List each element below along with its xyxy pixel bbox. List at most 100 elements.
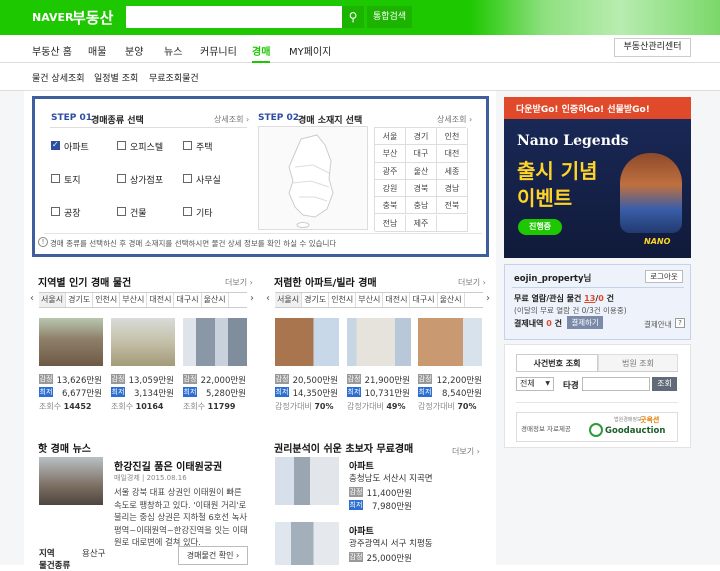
tab-region[interactable]: 서울시 bbox=[275, 293, 303, 307]
rate-label: 감정가대비 bbox=[418, 402, 455, 411]
news-photo[interactable] bbox=[39, 457, 103, 505]
naver-logo[interactable]: NAVER bbox=[32, 11, 73, 24]
auction-confirm-button[interactable]: 경매물건 확인 › bbox=[178, 546, 248, 565]
tab-region[interactable]: 서울시 bbox=[39, 293, 67, 307]
case-type-select[interactable]: 전체 ▼ bbox=[516, 377, 554, 391]
search-input[interactable] bbox=[126, 6, 342, 28]
checkbox-building[interactable] bbox=[117, 207, 126, 216]
tab-region[interactable]: 대전시 bbox=[147, 293, 175, 307]
tab-region[interactable]: 부산시 bbox=[356, 293, 384, 307]
tab-region[interactable]: 경기도 bbox=[302, 293, 330, 307]
case-number-input[interactable] bbox=[582, 377, 650, 391]
region-chungnam[interactable]: 충남 bbox=[406, 197, 437, 215]
appraised-tag: 감정 bbox=[418, 374, 432, 384]
tab-region[interactable]: 경기도 bbox=[66, 293, 94, 307]
property-photo[interactable] bbox=[183, 318, 247, 366]
checkbox-etc[interactable] bbox=[183, 207, 192, 216]
logout-button[interactable]: 로그아웃 bbox=[645, 270, 683, 283]
lowest-tag: 최저 bbox=[39, 387, 53, 397]
service-logo[interactable]: 부동산 bbox=[72, 7, 113, 28]
checkbox-office[interactable] bbox=[183, 174, 192, 183]
region-chungbuk[interactable]: 충북 bbox=[375, 197, 406, 215]
region-jeju[interactable]: 제주 bbox=[406, 214, 437, 232]
nav-community[interactable]: 커뮤니티 bbox=[200, 43, 237, 58]
region-gwangju[interactable]: 광주 bbox=[375, 162, 406, 180]
region-seoul[interactable]: 서울 bbox=[375, 128, 406, 146]
checkbox-factory[interactable] bbox=[51, 207, 60, 216]
ad-in-progress-button[interactable]: 진행중 bbox=[518, 219, 562, 235]
property-photo[interactable] bbox=[275, 522, 339, 565]
subnav-detail-search[interactable]: 물건 상세조회 bbox=[32, 71, 85, 84]
pay-guide-link[interactable]: 결제안내 bbox=[644, 319, 672, 330]
tab-region[interactable]: 울산시 bbox=[438, 293, 465, 307]
region-sejong[interactable]: 세종 bbox=[437, 162, 468, 180]
management-center-button[interactable]: 부동산관리센터 bbox=[614, 38, 691, 57]
tab-region[interactable]: 인천시 bbox=[93, 293, 121, 307]
nav-auction[interactable]: 경매 bbox=[252, 43, 271, 63]
region-gangwon[interactable]: 강원 bbox=[375, 179, 406, 198]
cheap-more-link[interactable]: 더보기 › bbox=[458, 277, 486, 288]
checkbox-officetel[interactable] bbox=[117, 141, 126, 150]
property-type[interactable]: 아파트 bbox=[349, 524, 374, 537]
region-gyeongnam[interactable]: 경남 bbox=[437, 179, 468, 198]
region-incheon[interactable]: 인천 bbox=[437, 128, 468, 146]
chevron-left-icon[interactable]: ‹ bbox=[30, 293, 34, 304]
chevron-right-icon[interactable]: › bbox=[250, 293, 254, 304]
checkbox-house[interactable] bbox=[183, 141, 192, 150]
property-photo[interactable] bbox=[275, 318, 339, 366]
region-busan[interactable]: 부산 bbox=[375, 145, 406, 163]
nav-listings[interactable]: 매물 bbox=[88, 43, 106, 58]
subnav-free[interactable]: 무료조회물건 bbox=[149, 71, 199, 84]
beginner-more-link[interactable]: 더보기 › bbox=[452, 446, 480, 457]
tab-region[interactable]: 대전시 bbox=[383, 293, 411, 307]
search-icon[interactable]: ⚲ bbox=[342, 6, 364, 28]
help-icon[interactable]: ? bbox=[675, 318, 685, 328]
region-daejeon[interactable]: 대전 bbox=[437, 145, 468, 163]
property-photo[interactable] bbox=[418, 318, 482, 366]
nav-home[interactable]: 부동산 홈 bbox=[32, 43, 72, 58]
step1-detail-link[interactable]: 상세조회 › bbox=[214, 114, 249, 125]
header-promo-banner[interactable] bbox=[470, 0, 720, 35]
checkbox-apartment[interactable] bbox=[51, 140, 60, 150]
tab-region[interactable]: 울산시 bbox=[202, 293, 229, 307]
property-photo[interactable] bbox=[347, 318, 411, 366]
tab-case-number[interactable]: 사건번호 조회 bbox=[516, 354, 598, 372]
region-daegu[interactable]: 대구 bbox=[406, 145, 437, 163]
chevron-right-icon[interactable]: › bbox=[486, 293, 490, 304]
property-type[interactable]: 아파트 bbox=[349, 459, 374, 472]
appraised-price: 25,000만원 bbox=[366, 554, 412, 564]
appraised-price: 13,626만원 bbox=[56, 376, 102, 386]
tab-region[interactable]: 대구시 bbox=[174, 293, 202, 307]
nav-presale[interactable]: 분양 bbox=[125, 43, 143, 58]
payment-label: 결제내역 bbox=[514, 319, 544, 328]
popular-title: 지역별 인기 경매 물건 bbox=[38, 278, 132, 289]
property-photo[interactable] bbox=[275, 457, 339, 505]
korea-map[interactable] bbox=[258, 126, 368, 230]
step2-detail-link[interactable]: 상세조회 › bbox=[437, 114, 472, 125]
property-photo[interactable] bbox=[111, 318, 175, 366]
property-photo[interactable] bbox=[39, 318, 103, 366]
free-used[interactable]: 13 bbox=[584, 294, 595, 303]
tab-region[interactable]: 부산시 bbox=[120, 293, 148, 307]
nav-news[interactable]: 뉴스 bbox=[164, 43, 182, 58]
tab-region[interactable]: 대구시 bbox=[410, 293, 438, 307]
checkbox-store[interactable] bbox=[117, 174, 126, 183]
region-jeonnam[interactable]: 전남 bbox=[375, 214, 406, 232]
region-gyeonggi[interactable]: 경기 bbox=[406, 128, 437, 146]
nav-mypage[interactable]: MY페이지 bbox=[289, 43, 331, 58]
pay-button[interactable]: 결제하기 bbox=[567, 316, 603, 329]
region-ulsan[interactable]: 울산 bbox=[406, 162, 437, 180]
chevron-left-icon[interactable]: ‹ bbox=[266, 293, 270, 304]
tab-region[interactable]: 인천시 bbox=[329, 293, 357, 307]
case-search-button[interactable]: 조회 bbox=[652, 377, 677, 391]
checkbox-land[interactable] bbox=[51, 174, 60, 183]
tab-court[interactable]: 법원 조회 bbox=[598, 354, 678, 372]
integrated-search-button[interactable]: 통합검색 bbox=[367, 6, 412, 28]
nano-legends-ad[interactable]: 다운받Go! 인증하Go! 선물받Go! Nano Legends 출시 기념 … bbox=[504, 97, 691, 258]
popular-more-link[interactable]: 더보기 › bbox=[225, 277, 253, 288]
region-gyeongbuk[interactable]: 경북 bbox=[406, 179, 437, 198]
step2-title: 경매 소재지 선택 bbox=[298, 116, 363, 126]
news-headline[interactable]: 한강진길 품은 이태원궁권 bbox=[114, 458, 222, 473]
region-jeonbuk[interactable]: 전북 bbox=[437, 197, 468, 215]
subnav-schedule[interactable]: 일정별 조회 bbox=[94, 71, 138, 84]
